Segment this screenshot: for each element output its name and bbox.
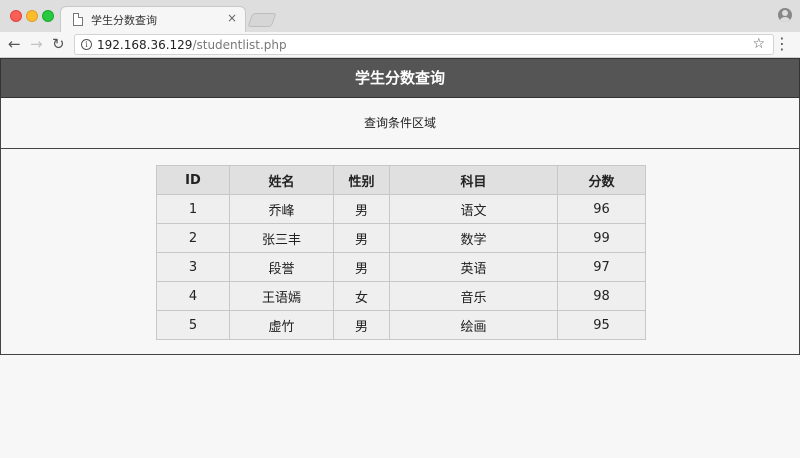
cell-gender: 男	[333, 194, 390, 224]
page-header: 学生分数查询	[0, 58, 800, 98]
cell-score: 99	[557, 223, 646, 253]
cell-name: 虚竹	[229, 310, 334, 340]
page-title: 学生分数查询	[354, 69, 445, 87]
cell-subject: 绘画	[389, 310, 558, 340]
close-icon[interactable]: ×	[227, 11, 237, 25]
cell-name: 王语嫣	[229, 281, 334, 311]
query-area-label: 查询条件区域	[363, 116, 436, 130]
new-tab-button[interactable]	[247, 13, 277, 27]
cell-id: 2	[156, 223, 230, 253]
cell-score: 98	[557, 281, 646, 311]
cell-name: 张三丰	[229, 223, 334, 253]
query-condition-area: 查询条件区域	[0, 98, 800, 149]
address-bar[interactable]: i 192.168.36.129/studentlist.php ☆	[74, 34, 774, 55]
table-header-row: ID 姓名 性别 科目 分数	[156, 165, 646, 195]
cell-id: 5	[156, 310, 230, 340]
cell-gender: 男	[333, 310, 390, 340]
browser-tab[interactable]: 学生分数查询 ×	[60, 6, 246, 32]
info-icon[interactable]: i	[81, 39, 92, 50]
browser-toolbar: ← → ↻ i 192.168.36.129/studentlist.php ☆…	[0, 32, 800, 58]
cell-subject: 英语	[389, 252, 558, 282]
cell-gender: 女	[333, 281, 390, 311]
table-row: 2 张三丰 男 数学 99	[156, 223, 646, 253]
url-host: 192.168.36.129	[97, 38, 193, 52]
result-area: ID 姓名 性别 科目 分数 1 乔峰 男 语文 96 2 张三丰 男 数学 9…	[0, 149, 800, 355]
tab-title: 学生分数查询	[91, 14, 157, 27]
window-minimize-button[interactable]	[26, 10, 38, 22]
cell-gender: 男	[333, 252, 390, 282]
cell-id: 4	[156, 281, 230, 311]
window-close-button[interactable]	[10, 10, 22, 22]
cell-subject: 语文	[389, 194, 558, 224]
url-text[interactable]: 192.168.36.129/studentlist.php	[97, 38, 287, 52]
window-zoom-button[interactable]	[42, 10, 54, 22]
forward-arrow-icon[interactable]: →	[30, 35, 43, 53]
column-header-name: 姓名	[229, 165, 334, 195]
column-header-subject: 科目	[389, 165, 558, 195]
student-score-table: ID 姓名 性别 科目 分数 1 乔峰 男 语文 96 2 张三丰 男 数学 9…	[156, 165, 646, 340]
browser-tab-bar: 学生分数查询 ×	[0, 0, 800, 32]
table-row: 1 乔峰 男 语文 96	[156, 194, 646, 224]
column-header-gender: 性别	[333, 165, 390, 195]
cell-gender: 男	[333, 223, 390, 253]
table-row: 3 段誉 男 英语 97	[156, 252, 646, 282]
profile-icon[interactable]	[778, 8, 792, 22]
cell-name: 乔峰	[229, 194, 334, 224]
table-row: 5 虚竹 男 绘画 95	[156, 310, 646, 340]
back-arrow-icon[interactable]: ←	[8, 35, 21, 53]
cell-score: 96	[557, 194, 646, 224]
cell-score: 95	[557, 310, 646, 340]
cell-id: 1	[156, 194, 230, 224]
cell-subject: 数学	[389, 223, 558, 253]
cell-subject: 音乐	[389, 281, 558, 311]
document-icon	[73, 13, 83, 26]
url-path: /studentlist.php	[192, 38, 287, 52]
page-content: 学生分数查询 查询条件区域 ID 姓名 性别 科目 分数 1 乔峰 男 语文 9…	[0, 58, 800, 458]
reload-icon[interactable]: ↻	[52, 35, 65, 53]
table-row: 4 王语嫣 女 音乐 98	[156, 281, 646, 311]
cell-score: 97	[557, 252, 646, 282]
browser-menu-icon[interactable]: ⋮	[774, 35, 790, 53]
bookmark-star-icon[interactable]: ☆	[752, 36, 765, 52]
column-header-score: 分数	[557, 165, 646, 195]
column-header-id: ID	[156, 165, 230, 195]
cell-name: 段誉	[229, 252, 334, 282]
cell-id: 3	[156, 252, 230, 282]
